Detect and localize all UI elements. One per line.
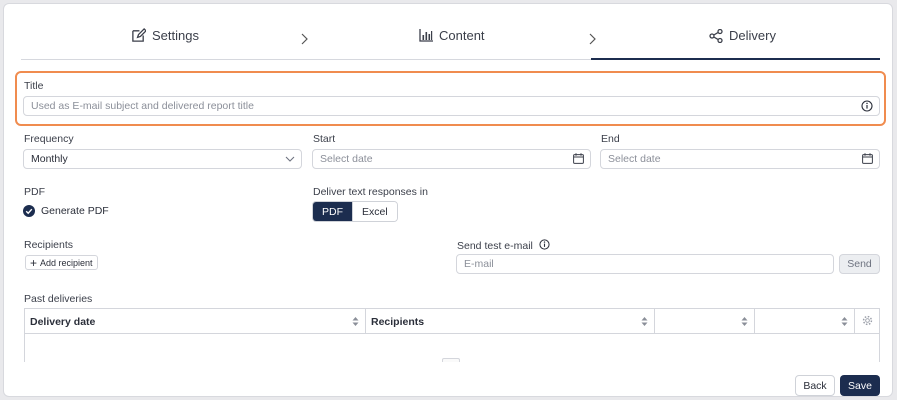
report-delivery-panel: Settings Content Delivery Title Used as …: [3, 3, 893, 397]
step-label: Content: [439, 28, 485, 43]
column-label: Delivery date: [30, 315, 96, 328]
step-delivery[interactable]: Delivery: [709, 28, 776, 43]
share-icon: [709, 28, 723, 43]
sort-icon: [352, 316, 359, 330]
sort-icon: [841, 316, 848, 330]
column-header-4[interactable]: [755, 309, 855, 334]
table-scroll-handle[interactable]: [442, 358, 460, 362]
generate-pdf-checkbox[interactable]: Generate PDF: [23, 205, 109, 217]
column-header-recipients[interactable]: Recipients: [366, 309, 655, 334]
test-email-label-row: Send test e-mail: [457, 239, 550, 253]
deliver-text-label: Deliver text responses in: [313, 186, 428, 198]
past-deliveries-label: Past deliveries: [24, 293, 93, 305]
checkmark-icon: [23, 205, 35, 217]
sort-icon: [741, 316, 748, 330]
title-label: Title: [24, 80, 44, 92]
gear-icon: [862, 315, 873, 329]
chevron-right-icon: [589, 32, 597, 50]
pdf-label: PDF: [24, 186, 45, 198]
column-label: Recipients: [371, 315, 425, 328]
format-toggle: PDF Excel: [312, 201, 398, 222]
start-date-input[interactable]: Select date: [312, 149, 591, 169]
info-icon[interactable]: [539, 239, 550, 253]
test-email-input[interactable]: E-mail: [456, 254, 834, 274]
add-recipient-label: Add recipient: [40, 257, 93, 268]
recipients-label: Recipients: [24, 239, 74, 251]
end-date-input[interactable]: Select date: [600, 149, 880, 169]
back-button[interactable]: Back: [795, 375, 835, 396]
email-placeholder: E-mail: [464, 258, 494, 270]
title-input[interactable]: Used as E-mail subject and delivered rep…: [23, 96, 880, 116]
column-header-3[interactable]: [655, 309, 755, 334]
format-pdf-option[interactable]: PDF: [313, 202, 352, 221]
past-deliveries-table: Delivery date Recipients: [24, 308, 880, 362]
start-label: Start: [313, 133, 336, 145]
info-icon[interactable]: [861, 100, 873, 115]
title-section: Title Used as E-mail subject and deliver…: [15, 71, 886, 126]
step-label: Delivery: [729, 28, 776, 43]
step-settings[interactable]: Settings: [131, 28, 199, 43]
save-button[interactable]: Save: [840, 375, 880, 396]
end-placeholder: Select date: [608, 153, 661, 165]
sort-icon: [641, 316, 648, 330]
bar-chart-icon: [419, 29, 433, 42]
send-test-button[interactable]: Send: [839, 254, 880, 274]
column-settings-button[interactable]: [855, 309, 880, 334]
calendar-icon[interactable]: [573, 153, 584, 167]
active-step-indicator: [591, 58, 880, 60]
wizard-stepper: Settings Content Delivery: [21, 22, 880, 60]
title-placeholder: Used as E-mail subject and delivered rep…: [31, 100, 254, 112]
add-recipient-button[interactable]: + Add recipient: [25, 255, 98, 270]
table-header: Delivery date Recipients: [25, 309, 879, 334]
chevron-right-icon: [301, 32, 309, 50]
edit-icon: [131, 28, 146, 43]
step-content[interactable]: Content: [419, 28, 485, 43]
format-excel-option[interactable]: Excel: [352, 202, 397, 221]
plus-icon: +: [30, 255, 38, 270]
end-label: End: [601, 133, 620, 145]
start-placeholder: Select date: [320, 153, 373, 165]
frequency-value: Monthly: [31, 153, 68, 165]
step-label: Settings: [152, 28, 199, 43]
frequency-select[interactable]: Monthly: [23, 149, 302, 169]
frequency-label: Frequency: [24, 133, 74, 145]
calendar-icon[interactable]: [862, 153, 873, 167]
test-email-label: Send test e-mail: [457, 240, 533, 252]
column-header-delivery-date[interactable]: Delivery date: [25, 309, 366, 334]
chevron-down-icon: [285, 153, 295, 168]
generate-pdf-label: Generate PDF: [41, 205, 109, 217]
